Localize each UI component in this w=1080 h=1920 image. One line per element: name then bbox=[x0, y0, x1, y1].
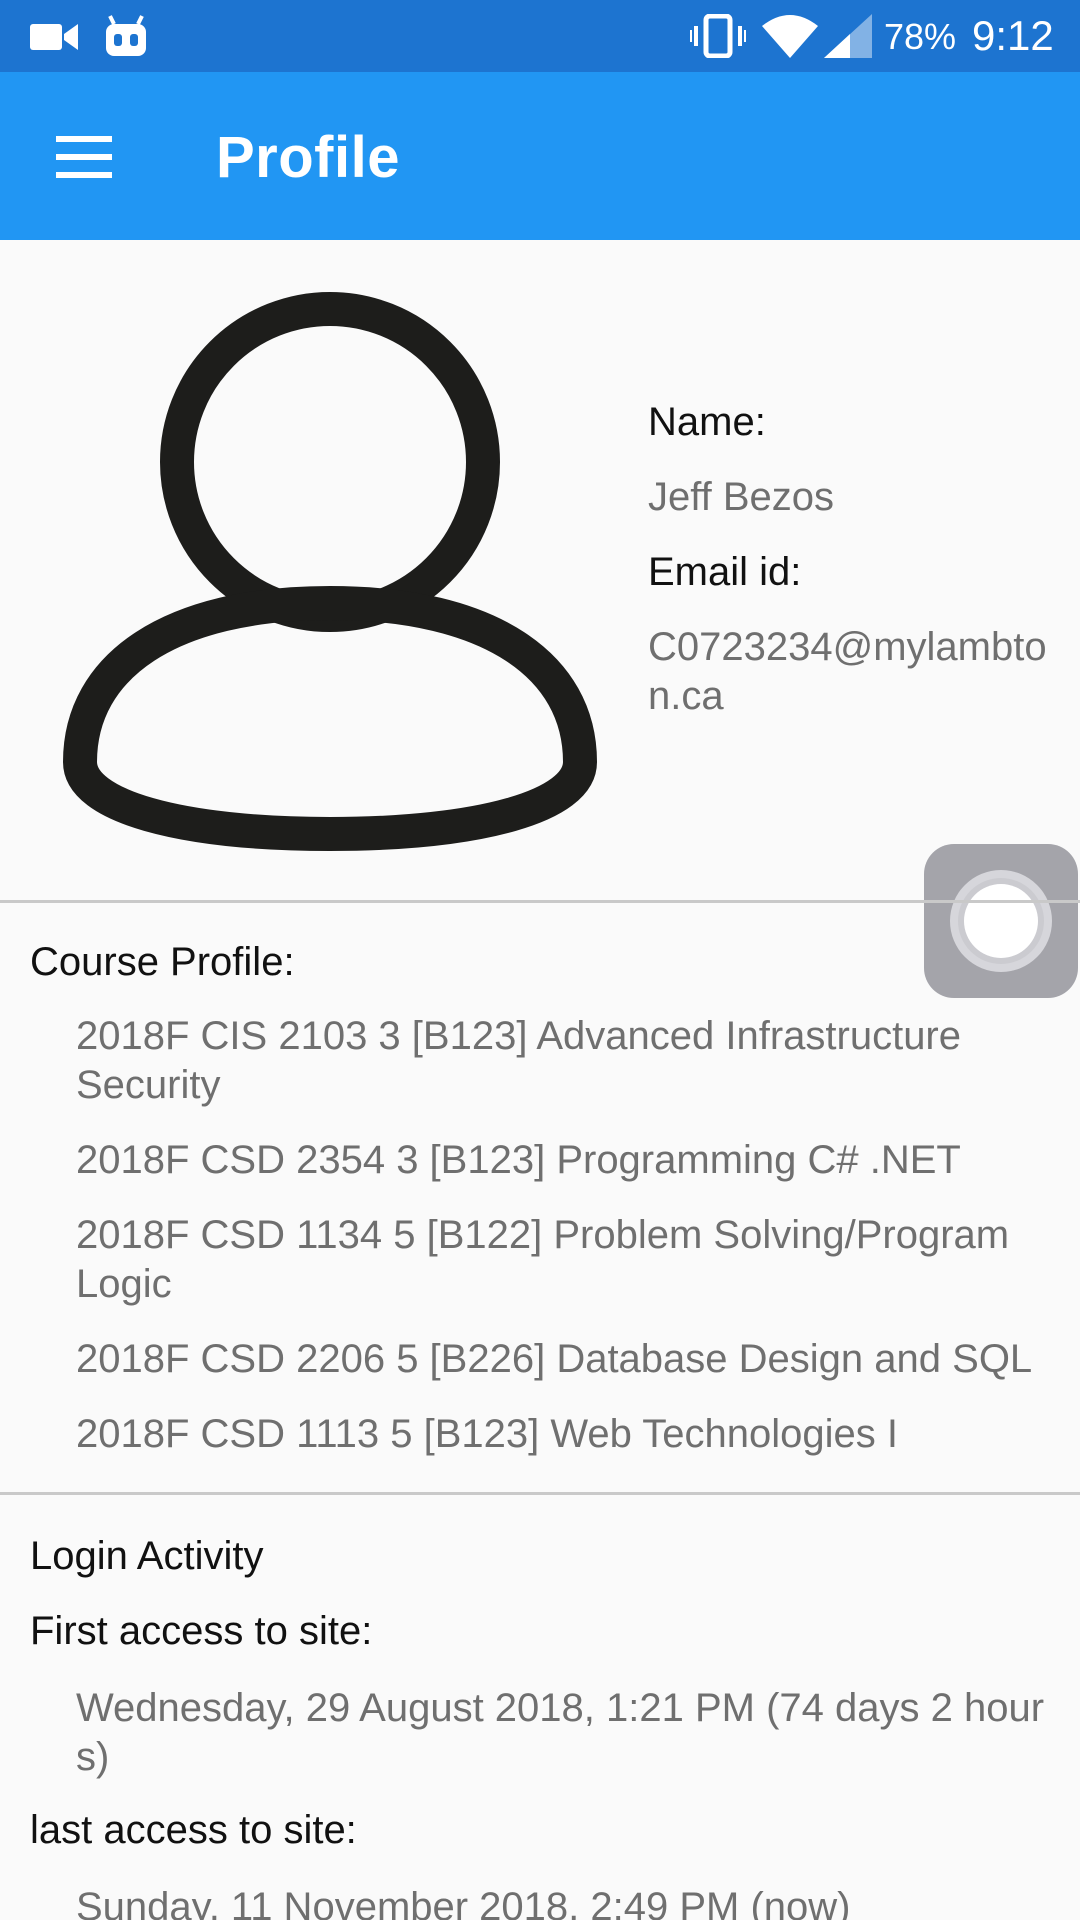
profile-info: Name: Jeff Bezos Email id: C0723234@myla… bbox=[648, 400, 1058, 749]
last-access-value: Sunday, 11 November 2018, 2:49 PM (now) bbox=[76, 1885, 851, 1920]
person-outline-icon bbox=[60, 286, 600, 856]
divider bbox=[0, 1492, 1080, 1495]
status-bar: 78% 9:12 bbox=[0, 0, 1080, 72]
hamburger-menu-icon[interactable] bbox=[44, 122, 124, 192]
list-item: 2018F CIS 2103 3 [B123] Advanced Infrast… bbox=[76, 1014, 961, 1107]
cell-signal-icon bbox=[824, 14, 872, 63]
course-profile-title: Course Profile: bbox=[30, 940, 295, 984]
list-item: 2018F CSD 1113 5 [B123] Web Technologies… bbox=[76, 1412, 899, 1456]
divider bbox=[0, 900, 1080, 903]
vibrate-icon bbox=[688, 13, 748, 63]
wifi-icon bbox=[762, 14, 818, 63]
email-value: C0723234@mylambton.ca bbox=[648, 625, 1047, 718]
assistive-touch-button[interactable] bbox=[924, 844, 1078, 998]
email-label: Email id: bbox=[648, 550, 802, 594]
page-title: Profile bbox=[216, 125, 400, 190]
android-robot-icon bbox=[102, 14, 150, 63]
list-item: 2018F CSD 2206 5 [B226] Database Design … bbox=[76, 1337, 1033, 1381]
battery-percentage: 78% bbox=[884, 16, 957, 57]
course-list: 2018F CIS 2103 3 [B123] Advanced Infrast… bbox=[76, 1012, 1066, 1485]
app-bar: Profile bbox=[0, 72, 1080, 240]
login-activity: Login Activity First access to site: Wed… bbox=[30, 1534, 1060, 1920]
first-access-value: Wednesday, 29 August 2018, 1:21 PM (74 d… bbox=[76, 1686, 1045, 1779]
video-camera-icon bbox=[30, 20, 80, 59]
profile-screen: 78% 9:12 Profile Name: Jeff Bezos Email … bbox=[0, 0, 1080, 1920]
list-item: 2018F CSD 2354 3 [B123] Programming C# .… bbox=[76, 1138, 961, 1182]
list-item: 2018F CSD 1134 5 [B122] Problem Solving/… bbox=[76, 1213, 1010, 1306]
name-value: Jeff Bezos bbox=[648, 475, 835, 519]
name-label: Name: bbox=[648, 400, 766, 444]
last-access-label: last access to site: bbox=[30, 1808, 357, 1852]
clock: 9:12 bbox=[972, 12, 1054, 59]
first-access-label: First access to site: bbox=[30, 1609, 373, 1653]
login-activity-title: Login Activity bbox=[30, 1534, 264, 1578]
